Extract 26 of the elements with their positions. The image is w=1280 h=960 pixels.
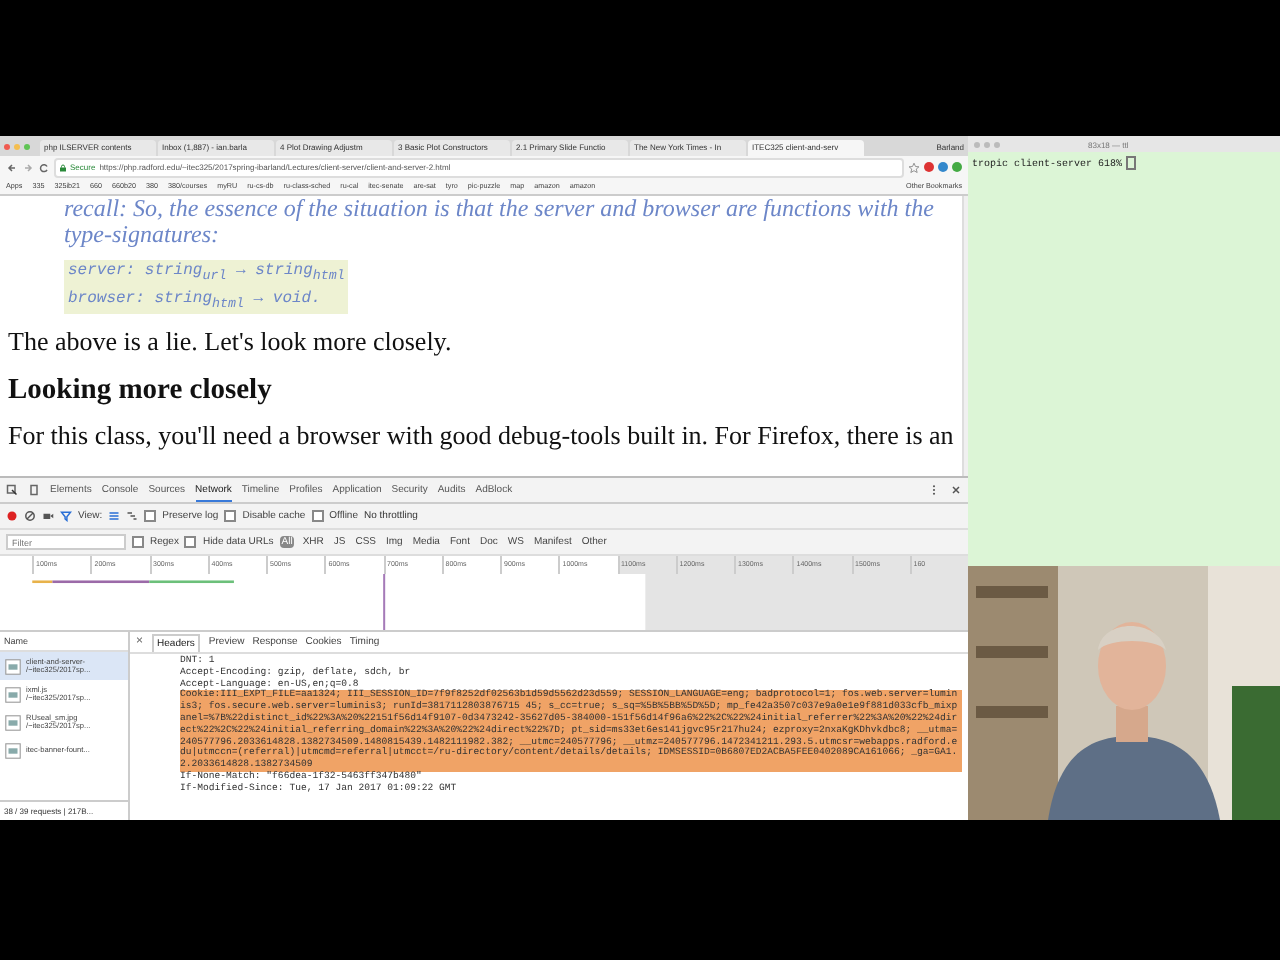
inspect-icon[interactable] — [6, 484, 18, 496]
signature-block: server: string$_{url}$ → string$_{html}$ browser: string$_{html}$ → void. — [64, 260, 349, 315]
checkbox[interactable] — [144, 510, 157, 522]
forward-icon[interactable] — [22, 161, 34, 173]
checkbox[interactable] — [184, 536, 197, 548]
scrollbar[interactable] — [961, 196, 968, 476]
record-icon[interactable] — [6, 510, 18, 522]
camera-icon[interactable] — [42, 510, 54, 522]
checkbox[interactable] — [132, 536, 144, 548]
checkbox[interactable] — [311, 510, 324, 522]
section-heading: Looking more closely — [8, 374, 274, 409]
lock-icon — [60, 163, 66, 171]
star-icon[interactable] — [908, 161, 920, 173]
waterfall-icon[interactable] — [126, 510, 139, 522]
list-view-icon[interactable] — [108, 510, 121, 522]
close-icon[interactable] — [950, 484, 962, 496]
paragraph: For this class, you'll need a browser with good debug-tools built in. For Firefox, there is an — [8, 420, 954, 453]
paragraph: The above is a lie. Let's look more closely. — [8, 326, 454, 359]
device-icon[interactable] — [28, 484, 40, 496]
recall-text: recall: So, the essence of the situation is that the server and browser are functions with the type-signatures: — [64, 196, 936, 248]
reload-icon[interactable] — [38, 161, 50, 173]
text-cursor — [1126, 156, 1137, 170]
checkbox[interactable] — [224, 510, 237, 522]
clear-icon[interactable] — [24, 510, 36, 522]
filter-icon[interactable] — [60, 510, 72, 522]
back-icon[interactable] — [6, 161, 18, 173]
